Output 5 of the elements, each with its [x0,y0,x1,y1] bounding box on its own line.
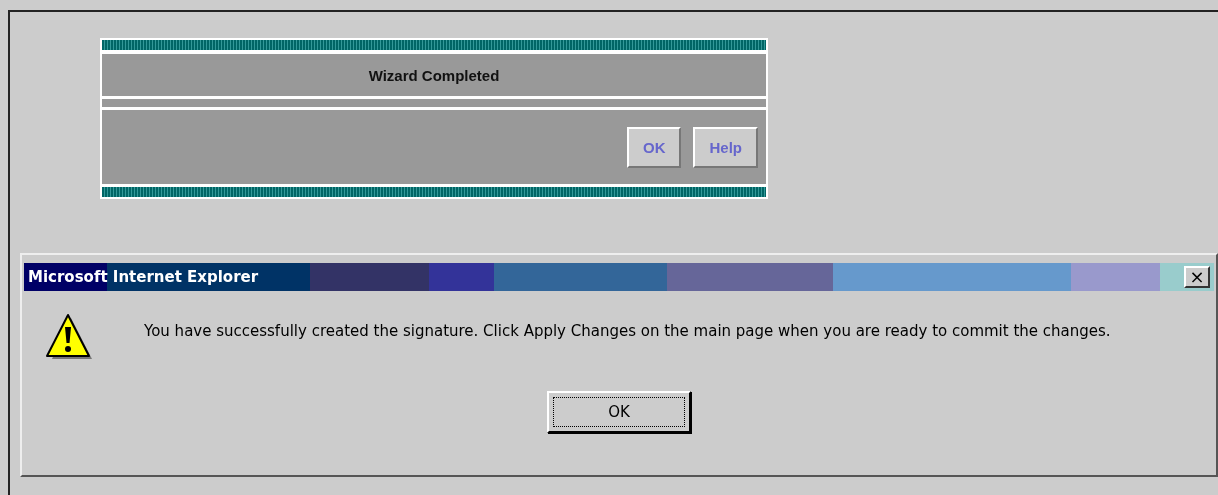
dialog-title: Microsoft Internet Explorer [28,268,259,286]
ok-button[interactable]: OK [547,391,691,433]
wizard-title: Wizard Completed [102,54,766,96]
dialog-message: You have successfully created the signature. Click Apply Changes on the main page when you are ready to commit the changes. [144,321,1111,342]
close-button[interactable]: × [1184,266,1210,288]
